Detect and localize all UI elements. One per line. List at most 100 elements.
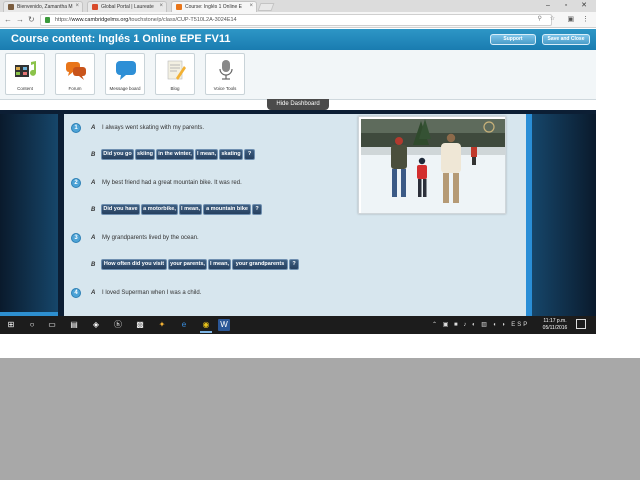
gray-background-band	[0, 358, 640, 480]
question-a-text: I loved Superman when I was a child.	[102, 290, 202, 296]
speaker-b-label: B	[91, 207, 96, 213]
extensions-icon[interactable]: ▣ ⋮	[567, 15, 592, 23]
speaker-a-label: A	[91, 235, 96, 241]
clock[interactable]: 11:17 p.m. 05/11/2016	[540, 318, 570, 332]
address-bar-row: ← → ↻ https://www.cambridgelms.org/touch…	[0, 12, 596, 28]
answer-chip[interactable]: How often did you visit	[101, 259, 167, 270]
left-decorative-panel	[0, 114, 58, 316]
answer-chip[interactable]: skating	[219, 149, 243, 160]
favicon-icon	[176, 4, 182, 10]
tab-label: Course: Inglés 1 Online E	[185, 4, 242, 10]
lock-icon	[45, 17, 50, 23]
speaker-a-label: A	[91, 180, 96, 186]
support-button[interactable]: Support	[490, 34, 536, 45]
answer-chip[interactable]: your parents,	[168, 259, 207, 270]
content-area	[0, 110, 596, 316]
app-header: Course content: Inglés 1 Online EPE FV11…	[0, 29, 596, 50]
answer-chip[interactable]: skiing	[135, 149, 155, 160]
new-tab-button[interactable]	[257, 3, 275, 11]
answer-chip[interactable]: ?	[289, 259, 299, 270]
tool-label: Message board	[109, 86, 141, 91]
browser-tab-2[interactable]: Global Portal | Laureate ×	[87, 1, 167, 12]
favicon-icon	[92, 4, 98, 10]
answer-chip[interactable]: a mountain bike	[203, 204, 251, 215]
blog-pencil-icon	[167, 60, 186, 80]
chat-bubbles-icon	[66, 62, 86, 80]
url-input[interactable]: https://www.cambridgelms.org/touchstone/…	[40, 14, 552, 26]
bookmark-star-icon[interactable]: ⚲ ☆	[538, 15, 558, 22]
question-a-text: My grandparents lived by the ocean.	[102, 235, 199, 241]
answer-chip[interactable]: ?	[252, 204, 262, 215]
tool-message-board[interactable]: Message board	[105, 53, 145, 95]
tool-label: Content	[17, 86, 33, 91]
page-title: Course content: Inglés 1 Online EPE FV11	[11, 33, 231, 45]
answer-chip[interactable]: I mean,	[195, 149, 218, 160]
windows-start-icon[interactable]: ⊞	[5, 319, 17, 331]
answer-chip[interactable]: Did you go	[101, 149, 134, 160]
close-icon[interactable]: ×	[75, 3, 79, 9]
clock-time: 11:17 p.m.	[543, 318, 567, 324]
tool-voice-tools[interactable]: Voice Tools	[205, 53, 245, 95]
question-number: 1	[71, 123, 81, 133]
browser-tab-1[interactable]: Bienvenido, Zamantha M ×	[3, 1, 83, 12]
language-indicator[interactable]: ESP	[511, 322, 529, 328]
store-icon[interactable]: ◈	[90, 319, 102, 331]
clock-date: 05/11/2016	[542, 325, 568, 331]
close-icon[interactable]: ×	[159, 3, 163, 9]
hp-icon[interactable]: ⓗ	[112, 319, 124, 331]
chrome-icon[interactable]: ◉	[200, 319, 212, 331]
close-icon[interactable]: ×	[249, 3, 253, 9]
browser-tab-strip: Bienvenido, Zamantha M × Global Portal |…	[0, 0, 596, 12]
app-icon[interactable]: ✦	[156, 319, 168, 331]
ice-skating-photo	[358, 116, 506, 214]
system-tray[interactable]: ⌃ ▣ ■ ♪ ◐ ▥ ◖ ◗ ESP	[432, 321, 529, 328]
answer-chip[interactable]: ?	[244, 149, 255, 160]
answer-chip[interactable]: your grandparents	[232, 259, 288, 270]
notification-icon[interactable]	[576, 319, 586, 329]
forward-icon[interactable]: →	[16, 14, 24, 26]
question-number: 2	[71, 178, 81, 188]
tool-label: Forum	[68, 86, 82, 91]
speaker-a-label: A	[91, 290, 96, 296]
microphone-icon	[219, 60, 233, 80]
answer-chip[interactable]: I mean,	[179, 204, 202, 215]
favicon-icon	[8, 4, 14, 10]
search-icon[interactable]: ○	[26, 319, 38, 331]
active-app-indicator	[200, 331, 212, 333]
save-and-close-button[interactable]: Save and Close	[542, 34, 590, 45]
message-bubble-icon	[116, 61, 136, 80]
browser-tab-3[interactable]: Course: Inglés 1 Online E ×	[171, 1, 257, 12]
minimize-icon[interactable]: –	[540, 0, 556, 11]
maximize-icon[interactable]: ▫	[558, 0, 574, 11]
speaker-b-label: B	[91, 152, 96, 158]
dashboard: Content Forum Message board Blog Voice T…	[0, 50, 596, 100]
speaker-a-label: A	[91, 125, 96, 131]
tool-blog[interactable]: Blog	[155, 53, 195, 95]
question-a-text: My best friend had a great mountain bike…	[102, 180, 242, 186]
close-window-icon[interactable]: ✕	[576, 0, 592, 11]
file-explorer-icon[interactable]: ▤	[68, 319, 80, 331]
url-path: /touchstone/p/class/CUP-T510L2A-3024E14	[128, 17, 237, 23]
word-icon[interactable]: W	[218, 319, 230, 331]
question-number: 3	[71, 233, 81, 243]
reload-icon[interactable]: ↻	[28, 14, 35, 26]
tool-content[interactable]: Content	[5, 53, 45, 95]
answer-chip[interactable]: I mean,	[208, 259, 231, 270]
edge-icon[interactable]: e	[178, 319, 190, 331]
url-host: www.cambridgelms.org	[71, 17, 129, 23]
question-number: 4	[71, 288, 81, 298]
right-decorative-panel	[532, 114, 596, 316]
hide-dashboard-button[interactable]: Hide Dashboard	[267, 99, 329, 110]
answer-chip[interactable]: a motorbike,	[141, 204, 178, 215]
media-app-icon[interactable]: ▩	[134, 319, 146, 331]
tool-forum[interactable]: Forum	[55, 53, 95, 95]
question-a-text: I always went skating with my parents.	[102, 125, 205, 131]
answer-chip[interactable]: in the winter,	[156, 149, 194, 160]
back-icon[interactable]: ←	[4, 14, 12, 26]
ice-skating-illustration	[361, 119, 505, 213]
speaker-b-label: B	[91, 262, 96, 268]
tab-label: Bienvenido, Zamantha M	[17, 4, 73, 10]
task-view-icon[interactable]: ▭	[46, 319, 58, 331]
answer-chip[interactable]: Did you have	[101, 204, 140, 215]
scrollbar-track[interactable]	[526, 114, 532, 316]
